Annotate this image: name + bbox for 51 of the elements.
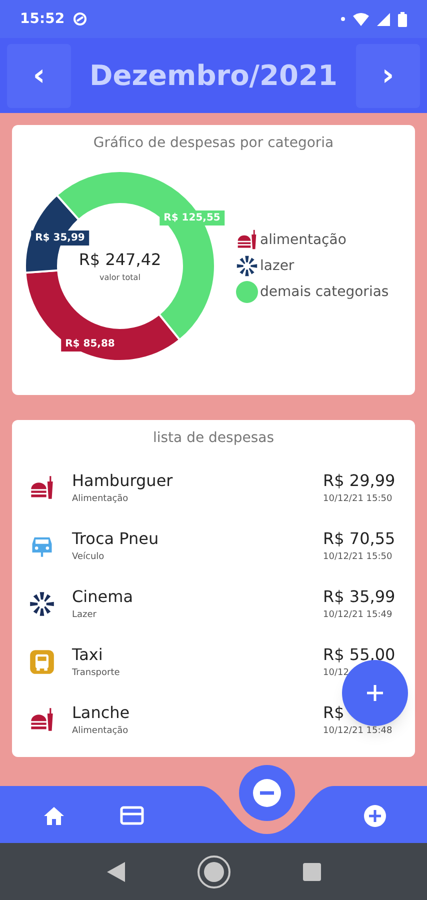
minus-circle-icon [252,778,282,808]
expense-category: Transporte [72,667,121,680]
month-title: Dezembro/2021 [90,58,338,94]
legend-label: alimentação [260,230,346,250]
expense-date: 10/12/21 15:49 [323,609,392,622]
expense-category: Alimentação [72,725,130,738]
expense-name: Taxi [72,644,104,666]
plus-icon [365,683,385,703]
battery-icon [398,12,407,26]
list-title: lista de despesas [152,429,274,448]
next-month-button[interactable]: › [356,44,420,108]
back-icon [106,862,124,882]
value-label: R$ 125,55 [160,210,224,226]
expense-date: 10/12/21 15:50 [323,551,392,564]
expense-date: 10/12 [323,667,349,680]
plus-circle-icon [363,804,387,828]
burger-drink-icon [236,229,258,251]
expense-name: Cinema [72,586,134,608]
expense-category: Lazer [72,609,98,622]
legend-label: demais categorias [260,282,389,302]
bus-icon [29,649,55,675]
expense-amount: R$ [323,702,344,724]
expense-amount: R$ 70,55 [323,528,396,550]
expense-date: 10/12/21 15:50 [323,493,392,506]
card-icon [120,806,144,825]
home-circle-icon [196,854,230,888]
expense-amount: R$ 55,00 [323,644,396,666]
value-label: R$ 35,99 [31,230,89,246]
total-caption: valor total [100,272,140,284]
wifi-icon [353,12,369,26]
signal-icon [377,12,390,26]
chart-title: Gráfico de despesas por categoria [93,134,334,153]
expense-amount: R$ 35,99 [323,586,396,608]
total-value: R$ 247,42 [78,249,162,271]
expense-category: Veículo [72,551,106,564]
expense-name: Lanche [72,702,131,724]
recents-icon [302,862,320,880]
expense-category: Alimentação [72,493,130,506]
burger-drink-icon [29,475,55,501]
expense-amount: R$ 29,99 [323,470,396,492]
legend-label: lazer [260,256,294,276]
remove-expense-fab[interactable] [239,765,295,821]
clock: 15:52 [20,10,65,28]
home-icon [43,806,65,826]
reel-icon [236,255,258,277]
reel-icon [29,591,55,617]
burger-drink-icon [29,707,55,733]
expense-name: Hamburguer [72,470,174,492]
expense-name: Troca Pneu [72,528,160,550]
previous-month-button[interactable]: ‹ [7,44,71,108]
expense-date: 10/12/21 15:48 [323,725,392,738]
